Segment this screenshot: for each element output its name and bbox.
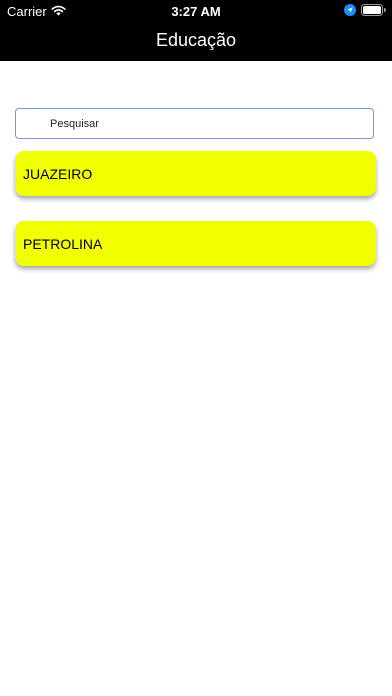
status-bar: Carrier 3:27 AM	[0, 0, 392, 22]
status-right	[344, 4, 386, 19]
list-item-petrolina[interactable]: PETROLINA	[15, 221, 376, 266]
search-bar[interactable]	[15, 108, 374, 139]
list-item-label: JUAZEIRO	[23, 166, 93, 182]
page-title: Educação	[155, 30, 237, 50]
app-screen: Carrier 3:27 AM Educação Pesquisar JUAZE…	[0, 0, 392, 696]
navigation-bar: Educação	[0, 22, 392, 61]
list-item-label: PETROLINA	[23, 236, 103, 252]
battery-icon	[361, 4, 386, 19]
search-input[interactable]	[50, 109, 360, 138]
location-icon	[344, 4, 356, 19]
status-time: 3:27 AM	[171, 4, 221, 19]
list-item-juazeiro[interactable]: JUAZEIRO	[15, 151, 376, 196]
